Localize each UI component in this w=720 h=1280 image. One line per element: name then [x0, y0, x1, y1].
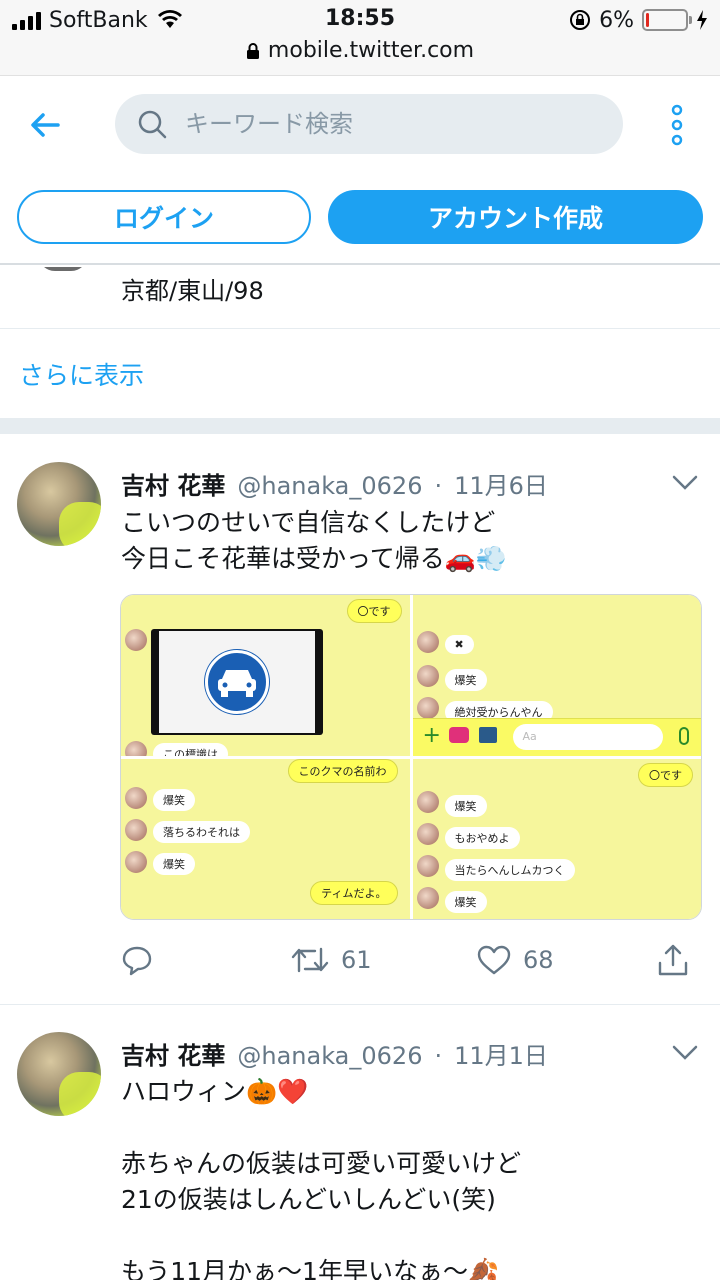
- chat-bubble: ティムだよ。: [310, 880, 398, 905]
- microphone-icon: [679, 726, 689, 745]
- chat-input-bar: + Aa: [412, 717, 701, 756]
- sign-photo: [151, 629, 323, 735]
- search-input[interactable]: [185, 110, 585, 138]
- like-count: 68: [523, 946, 554, 974]
- more-options-icon[interactable]: [664, 103, 690, 147]
- chat-bubble: 爆笑: [153, 788, 195, 811]
- search-icon: [138, 110, 167, 139]
- tweet-actions: 61 68: [121, 940, 701, 980]
- retweet-count: 61: [341, 946, 372, 974]
- avatar: [416, 854, 439, 877]
- separator-dot: ·: [434, 472, 443, 500]
- user-handle[interactable]: @hanaka_0626: [237, 472, 422, 500]
- chat-bubble: 〇です: [638, 762, 693, 787]
- chevron-down-icon[interactable]: [672, 475, 698, 491]
- chat-bubble: もおやめよ: [444, 826, 520, 849]
- user-card[interactable]: 京都/東山/98: [0, 267, 720, 329]
- avatar[interactable]: [38, 267, 88, 271]
- avatar: [125, 850, 147, 873]
- twitter-header: ログイン アカウント作成: [0, 77, 720, 265]
- login-button[interactable]: ログイン: [17, 190, 311, 244]
- avatar: [416, 665, 439, 687]
- chat-bubble: 落ちるわそれは: [153, 820, 250, 843]
- share-button[interactable]: [657, 943, 689, 977]
- status-bar: SoftBank 18:55 6% mobile.twitter.com: [0, 0, 720, 76]
- avatar[interactable]: [17, 1032, 101, 1116]
- battery-percent: 6%: [599, 7, 634, 33]
- avatar: [125, 818, 147, 841]
- avatar: [416, 886, 439, 909]
- user-bio: 京都/東山/98: [121, 277, 264, 305]
- avatar: [416, 631, 439, 653]
- retweet-icon: [291, 947, 329, 973]
- tweet-text: ハロウィン🎃❤️ 赤ちゃんの仮装は可愛い可愛いけど 21の仮装はしんどいしんどい…: [121, 1077, 522, 1280]
- tweet-separator: [0, 1004, 720, 1005]
- user-handle[interactable]: @hanaka_0626: [237, 1042, 422, 1070]
- avatar: [416, 790, 439, 813]
- chevron-down-icon[interactable]: [672, 1045, 698, 1061]
- signup-button[interactable]: アカウント作成: [328, 190, 703, 244]
- chat-bubble: 〇です: [346, 599, 402, 623]
- section-divider: [0, 418, 720, 434]
- car-sign-icon: [205, 650, 269, 714]
- battery-icon: [642, 9, 692, 31]
- media-image-4[interactable]: 〇です 爆笑 もおやめよ 当たらへんしムカつく 爆笑: [412, 758, 701, 919]
- avatar: [416, 697, 439, 719]
- charging-icon: [697, 10, 707, 30]
- chat-bubble: ✖: [444, 635, 474, 654]
- orientation-lock-icon: [570, 10, 591, 30]
- display-name[interactable]: 吉村 花華: [121, 466, 225, 501]
- address-bar[interactable]: mobile.twitter.com: [0, 38, 720, 63]
- camera-icon: [448, 726, 469, 743]
- media-image-2[interactable]: ✖ 爆笑 絶対受からんやん + Aa: [412, 595, 701, 756]
- tweet-date[interactable]: 11月6日: [454, 466, 548, 501]
- separator-dot: ·: [434, 1042, 443, 1070]
- tweet-media-grid[interactable]: 〇です この標識は ✖ 爆笑 絶対受からんやん + Aa このクマの名前わ 爆笑…: [120, 594, 702, 920]
- tweet-header: 吉村 花華 @hanaka_0626 · 11月1日: [121, 1036, 548, 1071]
- plus-icon: +: [422, 722, 441, 748]
- search-bar[interactable]: [115, 94, 623, 154]
- chat-bubble: 爆笑: [444, 794, 487, 817]
- url-text: mobile.twitter.com: [267, 38, 475, 63]
- show-more-link[interactable]: さらに表示: [0, 330, 720, 418]
- avatar: [125, 741, 147, 756]
- image-icon: [478, 726, 497, 743]
- tweet-date[interactable]: 11月1日: [454, 1036, 548, 1071]
- tweet-header: 吉村 花華 @hanaka_0626 · 11月6日: [121, 466, 548, 501]
- reply-button[interactable]: [121, 944, 291, 976]
- chat-bubble: 爆笑: [444, 890, 487, 913]
- lock-icon: [246, 42, 259, 59]
- chat-input: Aa: [512, 723, 663, 750]
- display-name[interactable]: 吉村 花華: [121, 1036, 225, 1071]
- avatar: [125, 629, 147, 651]
- battery-level: [646, 13, 649, 27]
- chat-bubble: 爆笑: [444, 669, 487, 691]
- avatar[interactable]: [17, 462, 101, 546]
- status-right: 6%: [569, 6, 708, 34]
- heart-icon: [477, 945, 511, 975]
- media-image-3[interactable]: このクマの名前わ 爆笑 落ちるわそれは 爆笑 ティムだよ。: [121, 758, 410, 919]
- tweet-text: こいつのせいで自信なくしたけど 今日こそ花華は受かって帰る🚗💨: [121, 508, 508, 573]
- media-image-1[interactable]: 〇です この標識は: [121, 595, 410, 756]
- avatar: [125, 786, 147, 809]
- reply-icon: [122, 946, 152, 976]
- like-button[interactable]: 68: [477, 945, 657, 975]
- avatar: [416, 822, 439, 845]
- back-arrow-icon[interactable]: [26, 105, 66, 145]
- chat-bubble: 当たらへんしムカつく: [444, 858, 575, 881]
- share-icon: [658, 944, 688, 976]
- chat-bubble: この標識は: [153, 743, 228, 756]
- chat-bubble: 爆笑: [153, 852, 195, 875]
- chat-bubble: このクマの名前わ: [287, 758, 398, 783]
- retweet-button[interactable]: 61: [291, 945, 477, 975]
